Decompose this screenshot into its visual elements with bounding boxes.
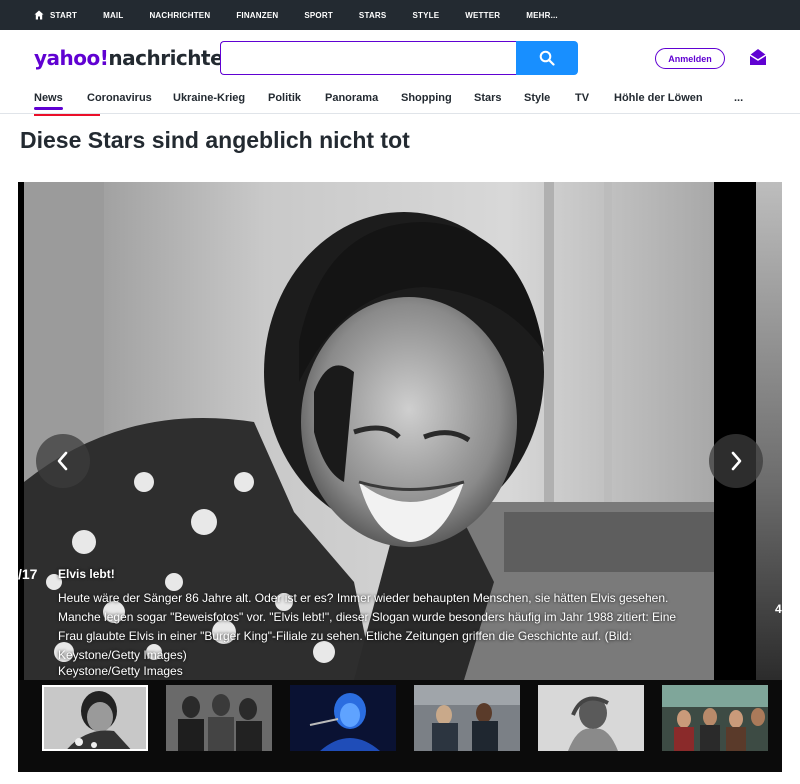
tab-more[interactable]: ... — [734, 92, 743, 104]
mail-button[interactable] — [748, 47, 768, 72]
topnav-start-label: START — [50, 10, 78, 20]
topnav-mehr[interactable]: MEHR... — [526, 11, 558, 20]
page-title: Diese Stars sind angeblich nicht tot — [20, 127, 410, 153]
tab-stars[interactable]: Stars — [474, 92, 502, 104]
thumbnail-1[interactable] — [42, 685, 148, 751]
tab-ukraine-krieg[interactable]: Ukraine-Krieg — [173, 92, 245, 104]
thumbnail-4[interactable] — [414, 685, 520, 751]
tab-coronavirus[interactable]: Coronavirus — [87, 92, 152, 104]
topnav-start[interactable]: START — [34, 10, 77, 20]
topnav-style[interactable]: STYLE — [412, 11, 439, 20]
tab-hoehle-der-loewen[interactable]: Höhle der Löwen — [614, 92, 703, 104]
home-icon — [34, 10, 44, 20]
tab-politik[interactable]: Politik — [268, 92, 301, 104]
next-slide-counter: 4 — [775, 602, 782, 616]
previous-slide-button[interactable] — [36, 434, 90, 488]
photo-credit: Keystone/Getty Images — [58, 664, 183, 678]
section-navigation: News Coronavirus Ukraine-Krieg Politik P… — [0, 86, 800, 114]
topnav-mail[interactable]: MAIL — [103, 11, 123, 20]
tab-tv[interactable]: TV — [575, 92, 589, 104]
signin-button[interactable]: Anmelden — [655, 48, 725, 69]
topnav-stars[interactable]: STARS — [359, 11, 387, 20]
slide-counter: /17 — [18, 566, 38, 582]
site-header: yahoo!nachrichten Anmelden — [0, 30, 800, 86]
slide-caption-title: Elvis lebt! — [58, 567, 115, 581]
search-icon — [539, 50, 555, 66]
thumbnail-5[interactable] — [538, 685, 644, 751]
mail-icon — [749, 49, 767, 65]
chevron-left-icon — [57, 451, 68, 471]
slide-caption-text: Heute wäre der Sänger 86 Jahre alt. Oder… — [58, 591, 677, 662]
tab-panorama[interactable]: Panorama — [325, 92, 378, 104]
category-accent-line — [34, 114, 100, 116]
topnav-nachrichten[interactable]: NACHRICHTEN — [149, 11, 210, 20]
search-input[interactable] — [220, 41, 517, 75]
topnav-wetter[interactable]: WETTER — [465, 11, 500, 20]
logo-yahoo: yahoo! — [34, 46, 109, 70]
thumbnail-3[interactable] — [290, 685, 396, 751]
thumbnail-strip — [18, 680, 782, 772]
tab-news[interactable]: News — [34, 92, 63, 110]
logo-nachrichten: nachrichten — [108, 46, 237, 70]
slideshow: 4 /17 Elvis lebt! Heute wäre der Sänger … — [18, 182, 782, 772]
topnav-sport[interactable]: SPORT — [304, 11, 333, 20]
search-button[interactable] — [516, 41, 578, 75]
thumbnail-6[interactable] — [662, 685, 768, 751]
top-navigation-bar: START MAIL NACHRICHTEN FINANZEN SPORT ST… — [0, 0, 800, 30]
chevron-right-icon — [731, 451, 742, 471]
tab-style[interactable]: Style — [524, 92, 550, 104]
topnav-finanzen[interactable]: FINANZEN — [236, 11, 278, 20]
next-slide-button[interactable] — [709, 434, 763, 488]
thumbnail-2[interactable] — [166, 685, 272, 751]
tab-shopping[interactable]: Shopping — [401, 92, 452, 104]
yahoo-nachrichten-logo[interactable]: yahoo!nachrichten — [34, 46, 237, 70]
